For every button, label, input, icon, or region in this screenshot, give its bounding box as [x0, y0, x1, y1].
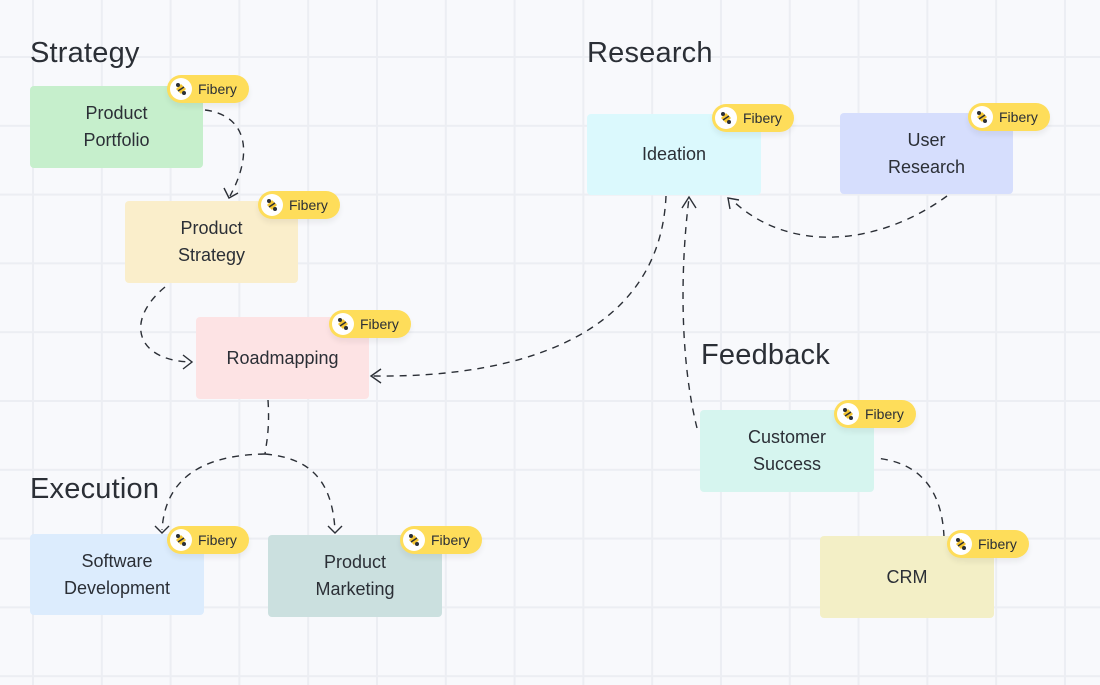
- fibery-logo-icon: [715, 107, 737, 129]
- fibery-badge[interactable]: Fibery: [400, 526, 482, 554]
- fibery-badge[interactable]: Fibery: [947, 530, 1029, 558]
- arrowhead-icon: [154, 525, 170, 534]
- card-label: User Research: [887, 129, 966, 177]
- arrowhead-icon: [223, 187, 239, 199]
- fibery-logo-icon: [170, 529, 192, 551]
- card-label: Product Portfolio: [83, 103, 150, 150]
- fibery-logo-icon: [332, 313, 354, 335]
- fibery-badge-label: Fibery: [198, 532, 237, 548]
- connector-roadmapping-to-software: [161, 453, 266, 531]
- fibery-logo-icon: [971, 106, 993, 128]
- connector-ideation-to-roadmapping: [372, 195, 667, 377]
- fibery-badge-label: Fibery: [198, 81, 237, 97]
- card-label: Ideation: [641, 144, 707, 164]
- fibery-badge[interactable]: Fibery: [968, 103, 1050, 131]
- arrowhead-icon: [327, 525, 343, 534]
- connector-strategy-to-roadmapping: [140, 286, 191, 363]
- fibery-logo-icon: [950, 533, 972, 555]
- connector-portfolio-to-strategy: [204, 109, 245, 197]
- fibery-logo-icon: [403, 529, 425, 551]
- arrowhead-icon: [369, 368, 382, 384]
- fibery-badge-label: Fibery: [865, 406, 904, 422]
- section-title-execution: Execution: [30, 473, 160, 505]
- fibery-badge-label: Fibery: [743, 110, 782, 126]
- fibery-badge-label: Fibery: [978, 536, 1017, 552]
- fibery-badge[interactable]: Fibery: [167, 526, 249, 554]
- connector-crm-to-customersuccess: [874, 457, 945, 538]
- connector-userresearch-to-ideation: [731, 195, 948, 238]
- connector-roadmapping-to-marketing: [264, 453, 336, 531]
- connector-roadmapping-to-execution: [264, 399, 270, 455]
- fibery-logo-icon: [837, 403, 859, 425]
- arrowhead-icon: [681, 195, 697, 209]
- card-label: Roadmapping: [226, 347, 339, 368]
- fibery-badge[interactable]: Fibery: [834, 400, 916, 428]
- fibery-badge[interactable]: Fibery: [258, 191, 340, 219]
- card-label: Product Strategy: [177, 218, 246, 265]
- fibery-badge[interactable]: Fibery: [329, 310, 411, 338]
- fibery-logo-icon: [261, 194, 283, 216]
- fibery-logo-icon: [170, 78, 192, 100]
- fibery-badge-label: Fibery: [289, 197, 328, 213]
- fibery-badge[interactable]: Fibery: [712, 104, 794, 132]
- section-title-strategy: Strategy: [30, 37, 140, 69]
- connector-customersuccess-to-ideation: [682, 197, 698, 429]
- card-label: Customer Success: [747, 427, 827, 474]
- section-title-research: Research: [587, 37, 713, 69]
- section-title-feedback: Feedback: [701, 339, 830, 371]
- card-label: Product Marketing: [315, 552, 395, 599]
- arrowhead-icon: [182, 354, 194, 370]
- card-label: CRM: [886, 566, 928, 587]
- fibery-badge-label: Fibery: [360, 316, 399, 332]
- fibery-badge[interactable]: Fibery: [167, 75, 249, 103]
- fibery-badge-label: Fibery: [999, 109, 1038, 125]
- arrowhead-icon: [727, 197, 740, 210]
- fibery-badge-label: Fibery: [431, 532, 470, 548]
- card-label: Software Development: [63, 550, 171, 598]
